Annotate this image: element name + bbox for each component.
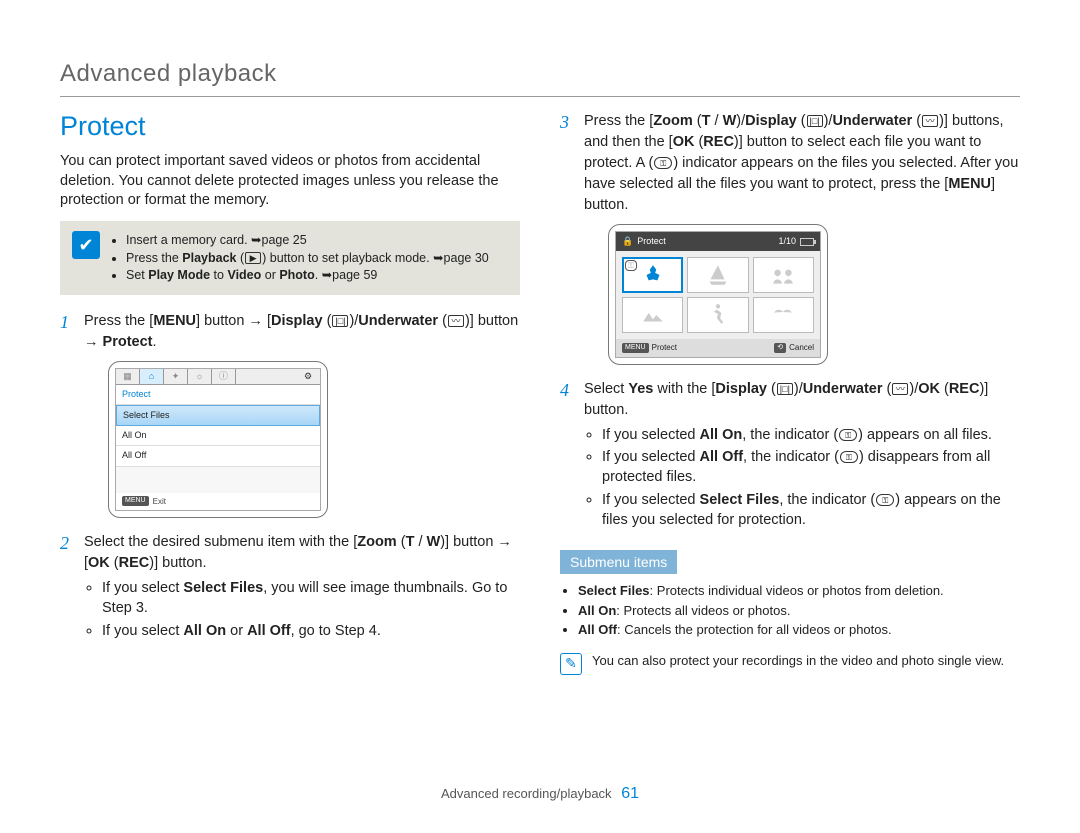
- check-icon: ✔: [72, 231, 100, 259]
- lock-icon: 🔒: [622, 235, 633, 248]
- step-3: Press the [Zoom (T / W)/Display (|□|)/Un…: [560, 111, 1020, 365]
- menu-item: All Off: [116, 446, 320, 466]
- battery-icon: [800, 238, 814, 246]
- menu-tag-icon: MENU: [622, 343, 649, 353]
- thumbnail: [753, 297, 814, 333]
- submenu-items-header: Submenu items: [560, 550, 677, 574]
- prereq-item: Set Play Mode to Video or Photo. ➥page 5…: [126, 267, 489, 284]
- runner-glyph-icon: [705, 302, 731, 328]
- display-icon: |□|: [807, 115, 823, 127]
- menu-item-selected: Select Files: [116, 405, 320, 426]
- thumb-footer-cancel: Cancel: [789, 342, 814, 354]
- thumbnail: [753, 257, 814, 293]
- palm-glyph-icon: [770, 302, 796, 328]
- menu-tag-icon: MENU: [122, 496, 149, 506]
- underwater-icon: 〰: [892, 383, 908, 395]
- footer-section: Advanced recording/playback: [441, 786, 612, 801]
- person-glyph-icon: [640, 262, 666, 288]
- prerequisite-list: Insert a memory card. ➥page 25 Press the…: [110, 231, 489, 286]
- prereq-item: Insert a memory card. ➥page 25: [126, 232, 489, 249]
- ui-screenshot-thumbnails: 🔒 Protect 1/10 ⚿: [608, 224, 828, 365]
- display-icon: |□|: [332, 315, 348, 327]
- key-indicator-icon: ⚿: [654, 157, 672, 169]
- step-4-sub: If you selected Select Files, the indica…: [602, 490, 1020, 531]
- step-4-sub: If you selected All On, the indicator (⚿…: [602, 425, 1020, 445]
- key-mark-icon: ⚿: [625, 260, 637, 271]
- step-2: Select the desired submenu item with the…: [60, 532, 520, 641]
- intro-paragraph: You can protect important saved videos o…: [60, 152, 520, 211]
- thumbnail-selected: ⚿: [622, 257, 683, 293]
- key-indicator-icon: ⚿: [876, 494, 894, 506]
- display-icon: |□|: [777, 383, 793, 395]
- playback-icon: ▶: [245, 252, 261, 264]
- submenu-item: All Off: Cancels the protection for all …: [578, 621, 1020, 639]
- thumb-header-title: Protect: [637, 235, 666, 248]
- tip-note: ✎ You can also protect your recordings i…: [560, 653, 1020, 675]
- section-heading: Protect: [60, 111, 520, 142]
- step-4: Select Yes with the [Display (|□|)/Under…: [560, 379, 1020, 531]
- tip-text: You can also protect your recordings in …: [592, 653, 1004, 668]
- step-2-sub: If you select All On or All Off, go to S…: [102, 621, 520, 641]
- sailboat-glyph-icon: [705, 262, 731, 288]
- prerequisite-note: ✔ Insert a memory card. ➥page 25 Press t…: [60, 221, 520, 296]
- submenu-item: Select Files: Protects individual videos…: [578, 582, 1020, 600]
- menu-tabs: ▦⌂✦☼ⓘ ⚙: [116, 369, 320, 385]
- menu-item: All On: [116, 426, 320, 446]
- submenu-item: All On: Protects all videos or photos.: [578, 602, 1020, 620]
- key-indicator-icon: ⚿: [840, 451, 858, 463]
- step-1: Press the [MENU] button → [Display (|□|)…: [60, 311, 520, 518]
- thumbnail: [687, 257, 748, 293]
- cancel-tag-icon: ⟲: [774, 343, 786, 353]
- footer-page-number: 61: [621, 785, 639, 802]
- thumbnail: [687, 297, 748, 333]
- title-rule: [60, 96, 1020, 97]
- step-2-sub: If you select Select Files, you will see…: [102, 578, 520, 619]
- ui-screenshot-menu: ▦⌂✦☼ⓘ ⚙ Protect Select Files All On All …: [108, 361, 328, 518]
- key-indicator-icon: ⚿: [839, 429, 857, 441]
- thumbnail: [622, 297, 683, 333]
- underwater-icon: 〰: [448, 315, 464, 327]
- people-glyph-icon: [770, 262, 796, 288]
- page-title: Advanced playback: [60, 60, 1020, 88]
- page-footer: Advanced recording/playback 61: [60, 785, 1020, 803]
- pencil-icon: ✎: [560, 653, 582, 675]
- protect-tab-icon: ⌂: [140, 369, 164, 384]
- submenu-items-list: Select Files: Protects individual videos…: [560, 582, 1020, 639]
- underwater-icon: 〰: [922, 115, 938, 127]
- menu-item: Protect: [116, 385, 320, 405]
- landscape-glyph-icon: [640, 302, 666, 328]
- prereq-item: Press the Playback (▶) button to set pla…: [126, 250, 489, 267]
- thumb-footer-protect: Protect: [652, 342, 677, 354]
- step-4-sub: If you selected All Off, the indicator (…: [602, 447, 1020, 488]
- menu-footer-label: Exit: [153, 496, 166, 508]
- menu-footer: MENU Exit: [116, 493, 320, 511]
- thumb-counter: 1/10: [778, 235, 796, 248]
